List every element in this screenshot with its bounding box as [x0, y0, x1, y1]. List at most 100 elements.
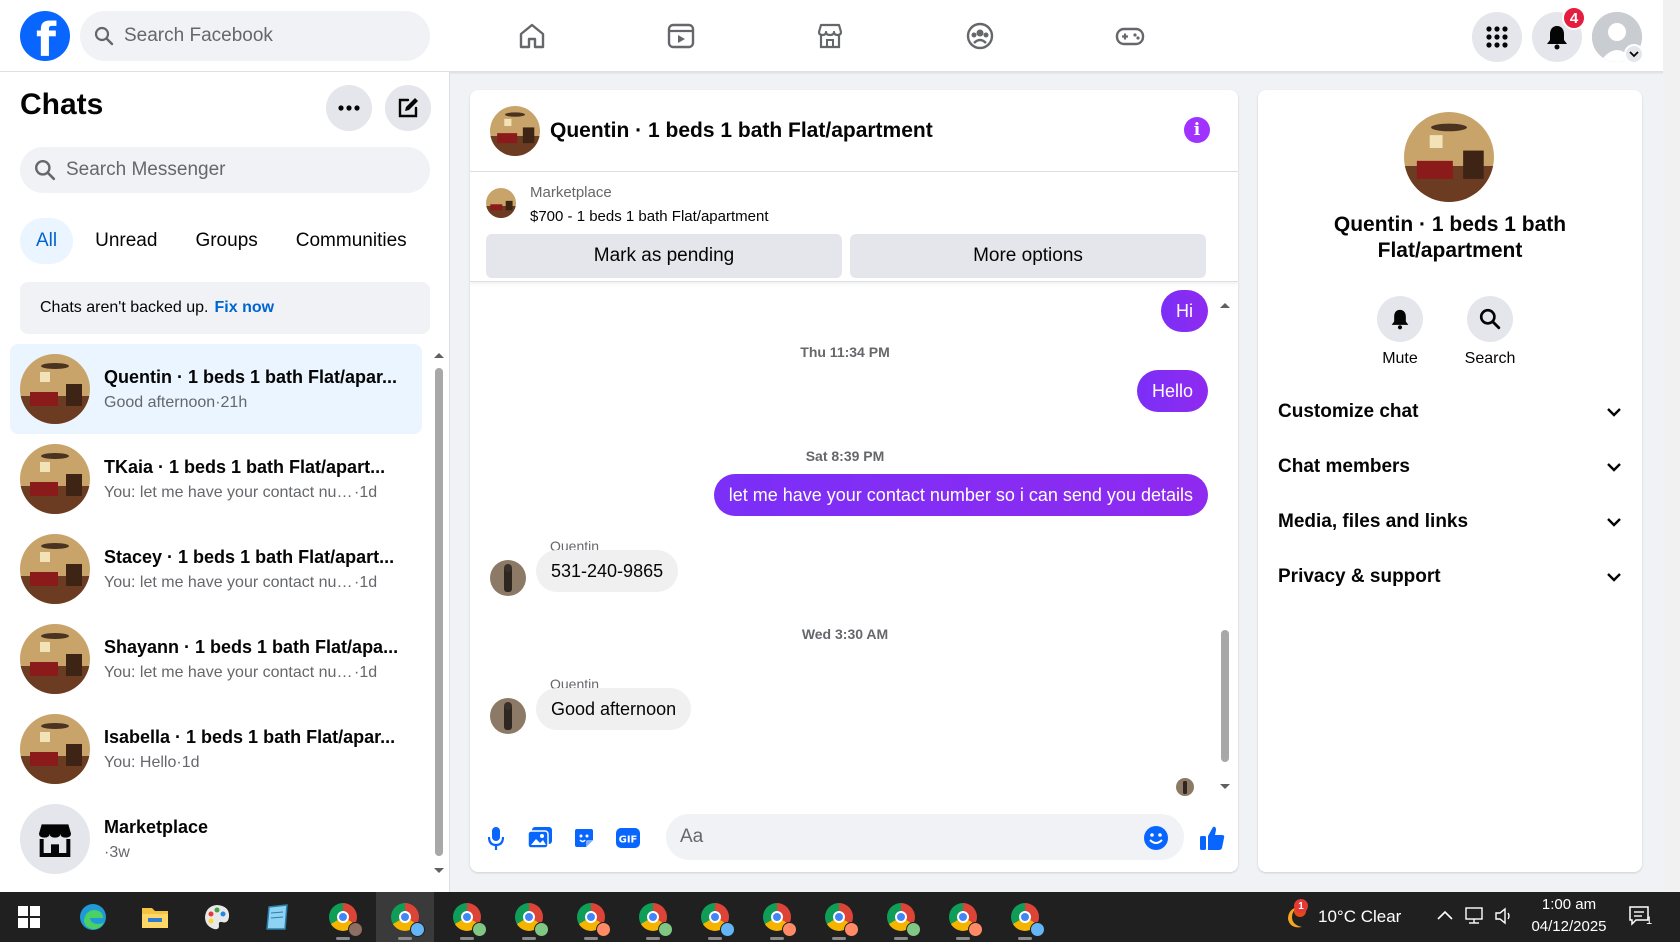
chat-preview: You: let me have your contact num... [104, 573, 354, 591]
chat-item-isabella[interactable]: Isabella · 1 beds 1 bath Flat/apar... Yo… [10, 704, 422, 794]
chrome-icon [887, 903, 921, 937]
fix-now-link[interactable]: Fix now [215, 299, 275, 317]
clock-date[interactable]: 04/12/2025 [1524, 918, 1614, 935]
sticker-button[interactable] [570, 824, 598, 852]
listing-thumbnail [20, 444, 90, 514]
listing-thumbnail [20, 624, 90, 694]
taskbar-chrome-1[interactable] [314, 892, 372, 942]
chat-preview: You: let me have your contact num... [104, 663, 354, 681]
taskbar-file-explorer[interactable] [126, 892, 184, 942]
nav-groups[interactable] [960, 16, 1000, 56]
mute-action[interactable]: Mute [1360, 296, 1440, 368]
messages-scrollbar[interactable] [1218, 300, 1232, 792]
filter-groups[interactable]: Groups [179, 218, 273, 264]
incoming-message[interactable]: 531-240-9865 [536, 550, 679, 592]
notifications-button[interactable]: 4 [1532, 6, 1586, 62]
sender-avatar[interactable] [490, 698, 526, 734]
account-menu-caret[interactable] [1624, 44, 1644, 64]
chat-members-row[interactable]: Chat members [1278, 445, 1622, 489]
network-status[interactable] [1464, 906, 1486, 931]
volume-control[interactable] [1494, 906, 1516, 931]
media-files-links-row[interactable]: Media, files and links [1278, 500, 1622, 544]
svg-text:GIF: GIF [619, 835, 638, 846]
taskbar-chrome-5[interactable] [562, 892, 620, 942]
new-message-button[interactable] [385, 85, 431, 131]
info-icon[interactable]: i [1184, 117, 1210, 143]
listing-price-title[interactable]: $700 - 1 beds 1 bath Flat/apartment [530, 208, 768, 225]
voice-clip-button[interactable] [482, 824, 510, 852]
taskbar-chrome-9[interactable] [810, 892, 868, 942]
filter-communities[interactable]: Communities [280, 218, 423, 264]
action-center-button[interactable]: 1 [1628, 905, 1652, 932]
search-icon [34, 159, 56, 181]
chat-preview: Good afternoon [104, 393, 216, 411]
chrome-icon [639, 903, 673, 937]
chat-list-scrollbar[interactable] [432, 350, 446, 880]
filter-unread[interactable]: Unread [79, 218, 173, 264]
taskbar-chrome-3[interactable] [438, 892, 496, 942]
chat-item-tkaia[interactable]: TKaia · 1 beds 1 bath Flat/apart... You:… [10, 434, 422, 524]
more-dots-icon [338, 105, 360, 111]
messenger-search-box[interactable]: Search Messenger [20, 147, 430, 193]
scrollbar-thumb[interactable] [1221, 630, 1229, 762]
nav-video[interactable] [661, 16, 701, 56]
taskbar-chrome-6[interactable] [624, 892, 682, 942]
info-avatar[interactable] [1404, 112, 1494, 202]
start-button[interactable] [0, 892, 58, 942]
chrome-icon [1011, 903, 1045, 937]
listing-mini-thumbnail[interactable] [486, 188, 516, 218]
customize-chat-row[interactable]: Customize chat [1278, 390, 1622, 434]
section-label: Chat members [1278, 456, 1410, 477]
chat-name: Isabella · 1 beds 1 bath Flat/apar... [104, 726, 396, 747]
show-hidden-icons-button[interactable] [1436, 908, 1454, 926]
taskbar-paint[interactable] [188, 892, 246, 942]
chat-item-stacey[interactable]: Stacey · 1 beds 1 bath Flat/apart... You… [10, 524, 422, 614]
nav-gaming[interactable] [1110, 16, 1150, 56]
chat-item-quentin[interactable]: Quentin · 1 beds 1 bath Flat/apar... Goo… [10, 344, 422, 434]
nav-home[interactable] [512, 16, 552, 56]
outgoing-message[interactable]: let me have your contact number so i can… [713, 474, 1208, 516]
incoming-message[interactable]: Good afternoon [536, 688, 692, 730]
search-action[interactable]: Search [1450, 296, 1530, 368]
mark-as-pending-button[interactable]: Mark as pending [486, 234, 842, 278]
conversation-avatar[interactable] [490, 105, 540, 156]
more-options-button[interactable]: More options [850, 234, 1206, 278]
weather-widget-icon[interactable]: 1 [1280, 899, 1308, 931]
facebook-search-box[interactable]: Search Facebook [80, 11, 430, 61]
taskbar-chrome-10[interactable] [872, 892, 930, 942]
emoji-icon [1144, 826, 1168, 850]
taskbar-notepad[interactable] [248, 892, 306, 942]
sender-avatar[interactable] [490, 560, 526, 596]
taskbar-chrome-4[interactable] [500, 892, 558, 942]
chevron-down-icon [1607, 463, 1621, 472]
facebook-logo[interactable]: f [20, 11, 70, 67]
chat-item-shayann[interactable]: Shayann · 1 beds 1 bath Flat/apa... You:… [10, 614, 422, 704]
taskbar-chrome-8[interactable] [748, 892, 806, 942]
clock-time[interactable]: 1:00 am [1524, 896, 1614, 913]
taskbar-chrome-11[interactable] [934, 892, 992, 942]
page-scrollbar[interactable] [1663, 0, 1680, 892]
message-input[interactable]: Aa [666, 814, 1184, 860]
taskbar-edge[interactable] [64, 892, 122, 942]
privacy-support-row[interactable]: Privacy & support [1278, 555, 1622, 599]
conversation-title[interactable]: Quentin · 1 beds 1 bath Flat/apartment [550, 119, 933, 143]
weather-text[interactable]: 10°C Clear [1318, 907, 1401, 927]
nav-marketplace[interactable] [810, 16, 850, 56]
filter-all[interactable]: All [20, 218, 74, 264]
chat-item-marketplace[interactable]: Marketplace ·3w [10, 794, 422, 884]
attach-photo-button[interactable] [526, 824, 554, 852]
taskbar-chrome-7[interactable] [686, 892, 744, 942]
scrollbar-thumb[interactable] [435, 368, 443, 856]
outgoing-message[interactable]: Hello [1136, 370, 1208, 412]
outgoing-message[interactable]: Hi [1161, 290, 1208, 332]
search-icon [94, 26, 114, 46]
taskbar-chrome-2[interactable] [376, 892, 434, 942]
send-like-button[interactable] [1198, 824, 1226, 852]
menu-button[interactable] [1472, 12, 1522, 62]
taskbar-chrome-12[interactable] [996, 892, 1054, 942]
chrome-icon [453, 903, 487, 937]
gif-button[interactable]: GIF [614, 824, 642, 852]
search-label: Search [1464, 350, 1516, 367]
chat-options-button[interactable] [326, 85, 372, 131]
emoji-button[interactable] [1142, 824, 1170, 852]
